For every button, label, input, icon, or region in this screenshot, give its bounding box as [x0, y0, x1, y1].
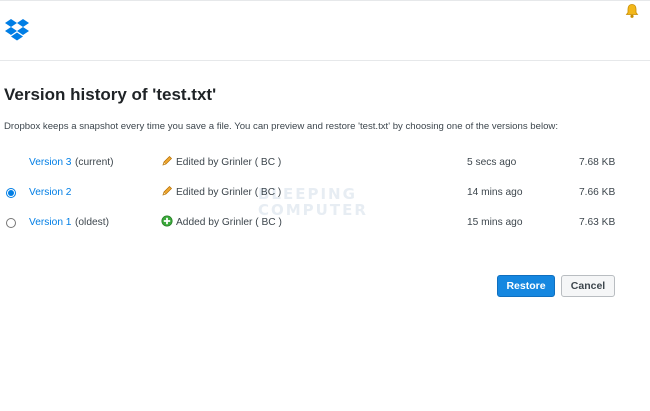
pencil-icon	[162, 156, 172, 166]
top-bar	[0, 0, 650, 61]
version-size: 7.63 KB	[579, 217, 616, 228]
version-action: Edited by Grinler ( BC )	[161, 155, 281, 168]
version-row: Version 3 (current) Edited by Grinler ( …	[0, 154, 650, 174]
version-radio[interactable]	[6, 188, 16, 198]
version-link[interactable]: Version 3	[29, 157, 71, 168]
version-link[interactable]: Version 1	[29, 217, 71, 228]
version-time: 14 mins ago	[467, 187, 523, 198]
bell-icon[interactable]	[624, 3, 640, 19]
version-row: Version 2 Edited by Grinler ( BC ) 14 mi…	[0, 184, 650, 204]
version-size: 7.66 KB	[579, 187, 616, 198]
version-row: Version 1 (oldest) Added by Grinler ( BC…	[0, 214, 650, 234]
version-tag: (oldest)	[75, 217, 109, 228]
dropbox-logo-icon[interactable]	[4, 18, 30, 42]
version-radio[interactable]	[6, 218, 16, 228]
version-action: Added by Grinler ( BC )	[161, 215, 282, 228]
version-tag: (current)	[75, 157, 114, 168]
version-time: 5 secs ago	[467, 157, 517, 168]
version-size: 7.68 KB	[579, 157, 616, 168]
page-description: Dropbox keeps a snapshot every time you …	[4, 121, 559, 132]
version-time: 15 mins ago	[467, 217, 523, 228]
pencil-icon	[162, 186, 172, 196]
restore-button[interactable]: Restore	[497, 275, 555, 297]
plus-circle-icon	[161, 215, 173, 227]
version-action: Edited by Grinler ( BC )	[161, 185, 281, 198]
cancel-button[interactable]: Cancel	[561, 275, 615, 297]
page-title: Version history of 'test.txt'	[4, 85, 217, 104]
version-link[interactable]: Version 2	[29, 187, 71, 198]
